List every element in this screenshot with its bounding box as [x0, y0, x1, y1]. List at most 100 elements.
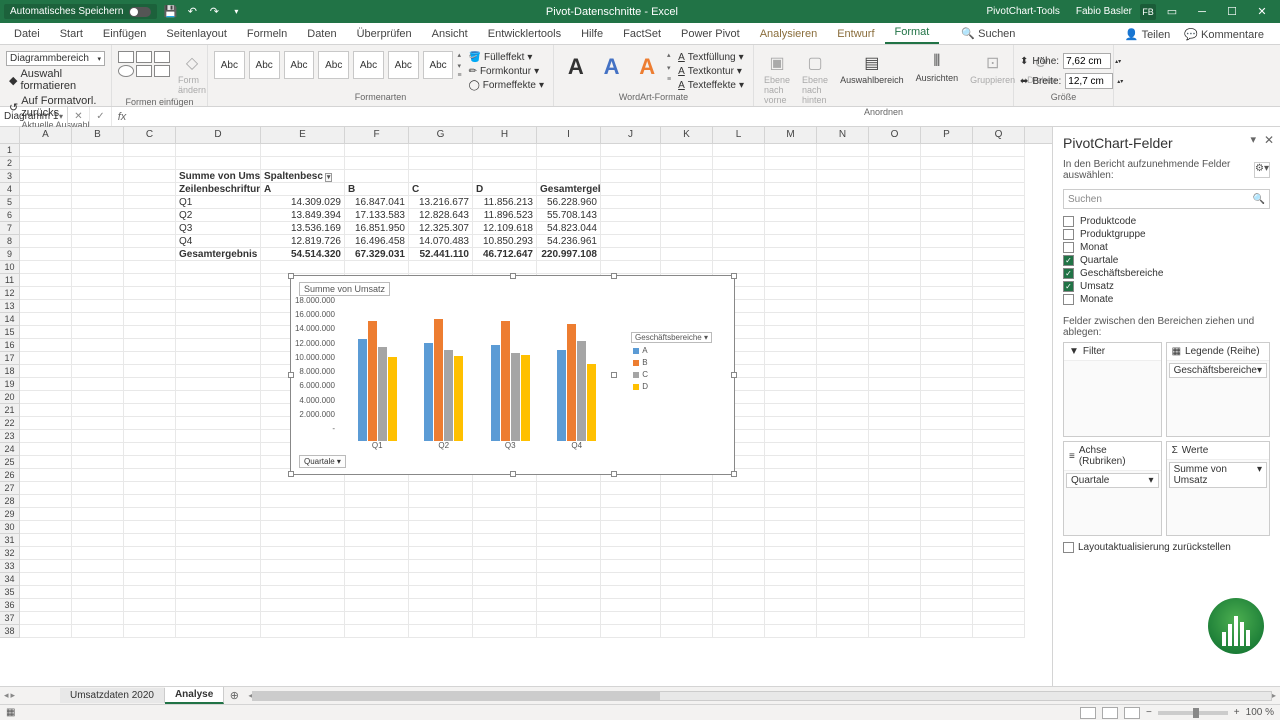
wordart-style-3[interactable]: A [631, 51, 663, 83]
shape-style-1[interactable]: Abc [214, 51, 245, 79]
cell[interactable] [473, 508, 537, 521]
bar[interactable] [378, 347, 387, 441]
cell[interactable] [345, 573, 409, 586]
cell[interactable]: 17.133.583 [345, 209, 409, 222]
row-header[interactable]: 33 [0, 560, 20, 573]
cell[interactable] [921, 560, 973, 573]
sheet-nav[interactable]: ◂▸ [0, 690, 60, 701]
cell[interactable] [661, 183, 713, 196]
cell[interactable] [817, 404, 869, 417]
cell[interactable] [20, 430, 72, 443]
cell[interactable]: 56.228.960 [537, 196, 601, 209]
cell[interactable] [20, 261, 72, 274]
cell[interactable] [765, 144, 817, 157]
field-item[interactable]: Monate [1063, 293, 1270, 306]
cell[interactable] [869, 469, 921, 482]
cell[interactable] [817, 313, 869, 326]
cell[interactable] [72, 274, 124, 287]
cell[interactable] [176, 521, 261, 534]
cell[interactable] [973, 248, 1025, 261]
cell[interactable] [124, 599, 176, 612]
user-avatar[interactable]: FB [1140, 4, 1156, 20]
cell[interactable] [817, 183, 869, 196]
cell[interactable] [973, 482, 1025, 495]
cell[interactable] [72, 586, 124, 599]
cell[interactable] [261, 599, 345, 612]
field-checkbox[interactable]: ✓ [1063, 268, 1074, 279]
cell[interactable] [72, 430, 124, 443]
cell[interactable] [973, 313, 1025, 326]
cell[interactable] [713, 495, 765, 508]
worksheet-area[interactable]: ABCDEFGHIJKLMNOPQ 123Summe von UmsatzSpa… [0, 127, 1052, 686]
cell[interactable] [124, 248, 176, 261]
cell[interactable] [20, 144, 72, 157]
cell[interactable] [601, 248, 661, 261]
cell[interactable] [409, 599, 473, 612]
cell[interactable] [473, 157, 537, 170]
cell[interactable] [973, 365, 1025, 378]
row-header[interactable]: 20 [0, 391, 20, 404]
cell[interactable] [817, 300, 869, 313]
cell[interactable] [973, 417, 1025, 430]
cell[interactable] [921, 170, 973, 183]
cell[interactable] [713, 612, 765, 625]
cell[interactable] [176, 573, 261, 586]
horizontal-scrollbar[interactable]: ◂ ▸ [248, 691, 1276, 701]
cell[interactable] [72, 222, 124, 235]
cell[interactable]: 11.856.213 [473, 196, 537, 209]
cell[interactable] [713, 157, 765, 170]
cell[interactable] [817, 495, 869, 508]
legend-area-item[interactable]: Geschäftsbereiche▾ [1169, 363, 1267, 378]
cell[interactable] [817, 326, 869, 339]
cell[interactable] [345, 599, 409, 612]
cell[interactable] [124, 287, 176, 300]
values-area-item[interactable]: Summe von Umsatz▾ [1169, 462, 1267, 488]
row-header[interactable]: 14 [0, 313, 20, 326]
cell[interactable] [537, 586, 601, 599]
cell[interactable] [72, 287, 124, 300]
cell[interactable] [817, 430, 869, 443]
cell[interactable] [601, 560, 661, 573]
col-header-G[interactable]: G [409, 127, 473, 143]
cell[interactable]: 12.828.643 [409, 209, 473, 222]
col-header-K[interactable]: K [661, 127, 713, 143]
cell[interactable] [765, 456, 817, 469]
cell[interactable] [973, 261, 1025, 274]
cell[interactable] [765, 417, 817, 430]
cell[interactable] [817, 586, 869, 599]
cell[interactable] [72, 235, 124, 248]
cell[interactable] [765, 430, 817, 443]
cell[interactable] [72, 495, 124, 508]
cell[interactable] [124, 300, 176, 313]
cell[interactable]: 11.896.523 [473, 209, 537, 222]
row-header[interactable]: 16 [0, 339, 20, 352]
row-header[interactable]: 6 [0, 209, 20, 222]
bar[interactable] [491, 345, 500, 441]
row-header[interactable]: 12 [0, 287, 20, 300]
cell[interactable] [176, 339, 261, 352]
field-list-options-icon[interactable]: ▾ [1250, 133, 1256, 146]
shape-fill-button[interactable]: 🪣 Fülleffekt ▾ [466, 51, 547, 64]
cell[interactable] [409, 144, 473, 157]
cell[interactable] [973, 378, 1025, 391]
cell[interactable] [261, 261, 345, 274]
cell[interactable] [869, 261, 921, 274]
cell[interactable] [921, 469, 973, 482]
cell[interactable] [72, 417, 124, 430]
cell[interactable] [601, 508, 661, 521]
redo-icon[interactable]: ↷ [205, 3, 223, 21]
row-header[interactable]: 30 [0, 521, 20, 534]
cell[interactable] [176, 404, 261, 417]
zoom-in-button[interactable]: + [1234, 707, 1240, 718]
cell[interactable] [869, 430, 921, 443]
cell[interactable] [124, 378, 176, 391]
cell[interactable] [124, 365, 176, 378]
cell[interactable] [345, 157, 409, 170]
cell[interactable] [817, 209, 869, 222]
page-layout-view-button[interactable] [1102, 707, 1118, 719]
cell[interactable] [176, 599, 261, 612]
cell[interactable] [973, 495, 1025, 508]
cell[interactable] [601, 209, 661, 222]
chart-axis-filter-button[interactable]: Quartale ▾ [299, 455, 346, 468]
cell[interactable] [817, 456, 869, 469]
